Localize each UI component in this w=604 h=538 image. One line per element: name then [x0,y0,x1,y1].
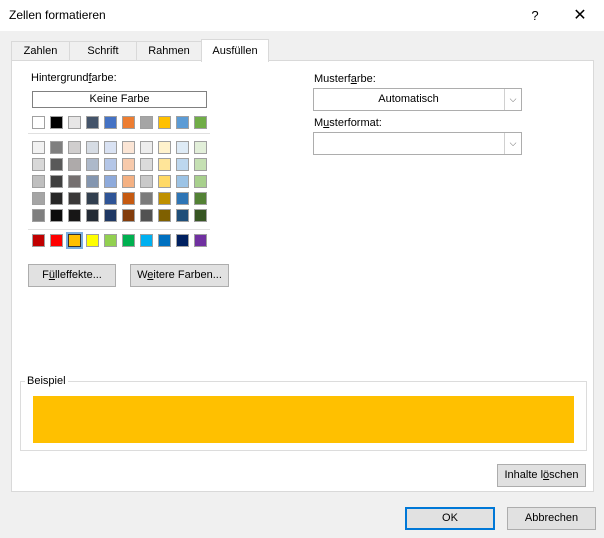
pattern-color-label: Musterfarbe: [314,73,376,85]
swatch-tint-0-6[interactable] [140,141,153,154]
tab-schrift[interactable]: Schrift [69,41,137,61]
swatch-tint-4-3[interactable] [86,209,99,222]
sample-group: Beispiel [20,375,587,451]
window-title: Zellen formatieren [9,8,106,22]
swatch-theme-2[interactable] [68,116,81,129]
swatch-tint-4-2[interactable] [68,209,81,222]
swatch-standard-0[interactable] [32,234,45,247]
swatch-tint-4-6[interactable] [140,209,153,222]
swatch-tint-3-4[interactable] [104,192,117,205]
palette-separator-1 [28,133,210,134]
pattern-color-value: Automatisch [378,93,439,105]
swatch-tint-1-6[interactable] [140,158,153,171]
swatch-theme-5[interactable] [122,116,135,129]
swatch-theme-1[interactable] [50,116,63,129]
swatch-theme-4[interactable] [104,116,117,129]
swatch-tint-0-0[interactable] [32,141,45,154]
swatch-tint-3-7[interactable] [158,192,171,205]
swatch-theme-0[interactable] [32,116,45,129]
swatch-standard-2[interactable] [66,232,83,249]
clear-contents-button[interactable]: Inhalte löschen [497,464,586,487]
pattern-style-label: Musterformat: [314,117,382,129]
swatch-tint-3-0[interactable] [32,192,45,205]
swatch-tint-1-5[interactable] [122,158,135,171]
help-button[interactable]: ? [520,2,550,30]
swatch-tint-2-2[interactable] [68,175,81,188]
close-icon[interactable]: ✕ [564,2,596,30]
tab-bar: Zahlen Schrift Rahmen Ausfüllen [0,39,604,62]
swatch-tint-1-9[interactable] [194,158,207,171]
sample-preview [33,396,574,443]
swatch-theme-7[interactable] [158,116,171,129]
swatch-tint-3-2[interactable] [68,192,81,205]
swatch-tint-2-7[interactable] [158,175,171,188]
swatch-tint-2-1[interactable] [50,175,63,188]
swatch-theme-3[interactable] [86,116,99,129]
background-color-label: Hintergrundfarbe: [31,72,117,84]
swatch-tint-0-5[interactable] [122,141,135,154]
swatch-tint-3-5[interactable] [122,192,135,205]
swatch-tint-2-3[interactable] [86,175,99,188]
tab-zahlen[interactable]: Zahlen [11,41,70,61]
swatch-tint-2-8[interactable] [176,175,189,188]
swatch-standard-3[interactable] [86,234,99,247]
swatch-standard-5[interactable] [122,234,135,247]
swatch-tint-4-0[interactable] [32,209,45,222]
swatch-tint-4-4[interactable] [104,209,117,222]
swatch-theme-9[interactable] [194,116,207,129]
more-colors-button[interactable]: Weitere Farben... [130,264,229,287]
swatch-tint-4-7[interactable] [158,209,171,222]
swatch-tint-1-4[interactable] [104,158,117,171]
chevron-down-icon[interactable]: ⌵ [504,133,521,154]
swatch-tint-1-1[interactable] [50,158,63,171]
swatch-tint-2-5[interactable] [122,175,135,188]
swatch-standard-8[interactable] [176,234,189,247]
swatch-tint-1-8[interactable] [176,158,189,171]
swatch-tint-4-5[interactable] [122,209,135,222]
swatch-tint-0-7[interactable] [158,141,171,154]
swatch-tint-0-2[interactable] [68,141,81,154]
swatch-theme-8[interactable] [176,116,189,129]
swatch-tint-3-9[interactable] [194,192,207,205]
swatch-tint-2-4[interactable] [104,175,117,188]
swatch-tint-0-4[interactable] [104,141,117,154]
tab-rahmen[interactable]: Rahmen [136,41,202,61]
title-bar: Zellen formatieren ? ✕ [0,0,604,31]
swatch-standard-9[interactable] [194,234,207,247]
ok-button[interactable]: OK [405,507,495,530]
swatch-tint-0-1[interactable] [50,141,63,154]
swatch-standard-1[interactable] [50,234,63,247]
swatch-tint-1-2[interactable] [68,158,81,171]
swatch-tint-3-3[interactable] [86,192,99,205]
sample-label: Beispiel [25,375,68,387]
fill-panel: Hintergrundfarbe: Keine Farbe Fülleffekt… [11,60,594,492]
pattern-style-dropdown[interactable]: ⌵ [313,132,522,155]
swatch-tint-4-8[interactable] [176,209,189,222]
swatch-tint-2-0[interactable] [32,175,45,188]
swatch-tint-4-1[interactable] [50,209,63,222]
swatch-theme-6[interactable] [140,116,153,129]
swatch-tint-1-3[interactable] [86,158,99,171]
chevron-down-icon[interactable]: ⌵ [504,89,521,110]
swatch-tint-0-9[interactable] [194,141,207,154]
swatch-tint-3-1[interactable] [50,192,63,205]
fill-effects-button[interactable]: Fülleffekte... [28,264,116,287]
pattern-color-dropdown[interactable]: Automatisch ⌵ [313,88,522,111]
swatch-standard-6[interactable] [140,234,153,247]
tab-ausfuellen[interactable]: Ausfüllen [201,39,269,62]
swatch-tint-2-9[interactable] [194,175,207,188]
swatch-tint-1-0[interactable] [32,158,45,171]
palette-separator-2 [28,229,210,230]
cancel-button[interactable]: Abbrechen [507,507,596,530]
swatch-tint-0-8[interactable] [176,141,189,154]
swatch-tint-3-8[interactable] [176,192,189,205]
swatch-standard-7[interactable] [158,234,171,247]
swatch-tint-4-9[interactable] [194,209,207,222]
swatch-standard-4[interactable] [104,234,117,247]
swatch-tint-0-3[interactable] [86,141,99,154]
swatch-tint-2-6[interactable] [140,175,153,188]
swatch-tint-1-7[interactable] [158,158,171,171]
no-color-button[interactable]: Keine Farbe [32,91,207,108]
swatch-tint-3-6[interactable] [140,192,153,205]
